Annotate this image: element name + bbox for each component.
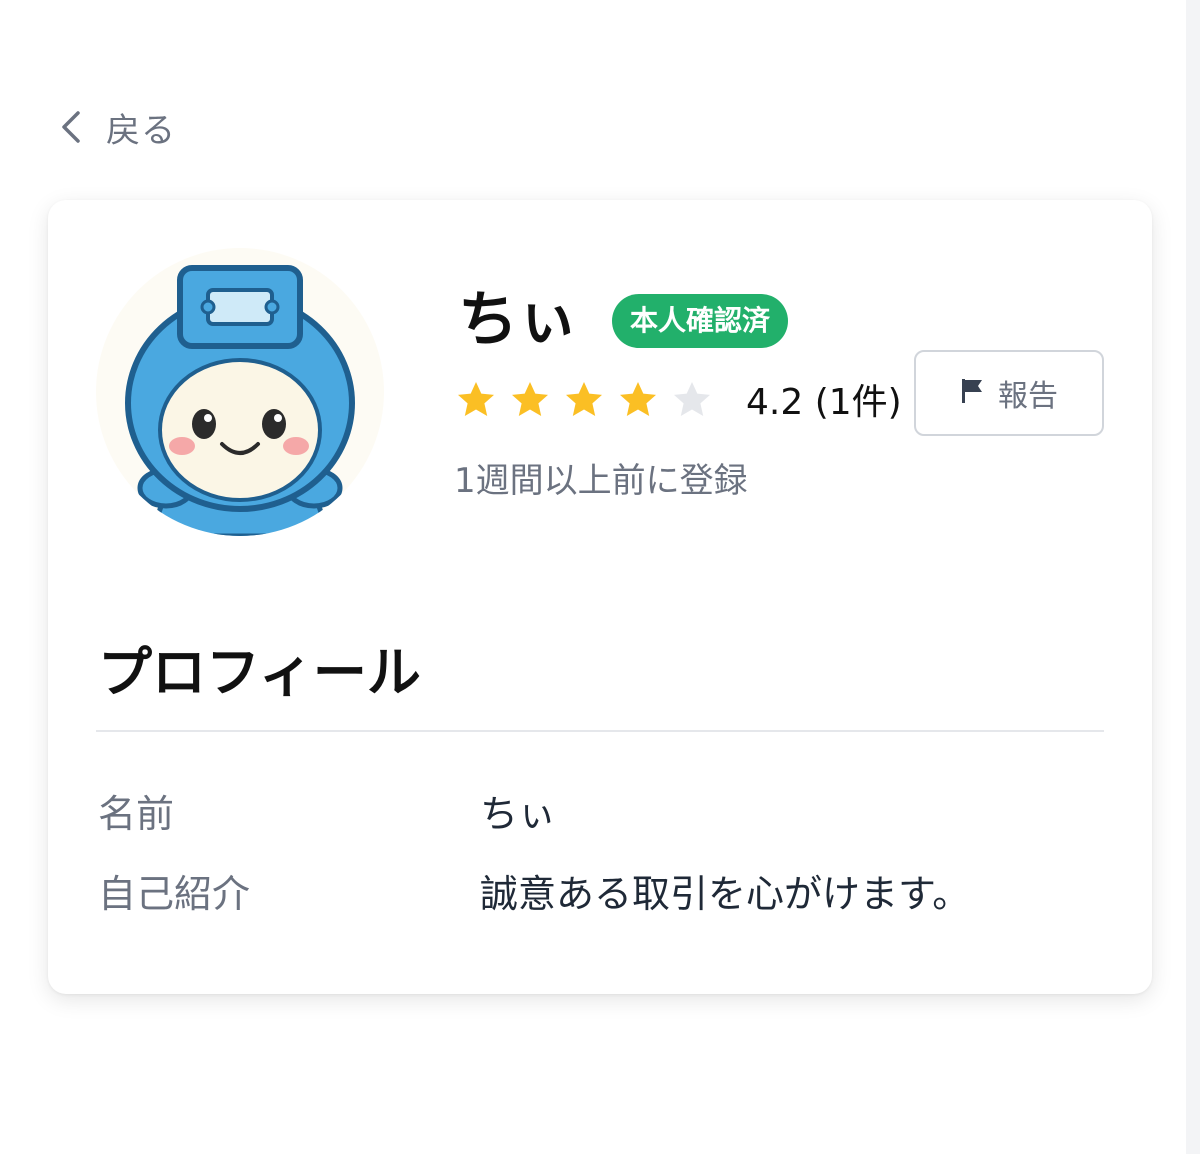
divider xyxy=(96,730,1104,732)
flag-icon xyxy=(960,377,984,409)
user-name: ちぃ xyxy=(458,285,578,355)
verified-badge: 本人確認済 xyxy=(612,294,789,348)
rating-text: 4.2 (1件) xyxy=(746,382,902,423)
chevron-left-icon xyxy=(58,107,84,147)
report-button[interactable]: 報告 xyxy=(914,350,1104,436)
field-label-name: 名前 xyxy=(98,792,175,836)
star-rating xyxy=(456,380,712,420)
mascot-avatar-icon xyxy=(125,265,355,536)
section-title: プロフィール xyxy=(98,641,421,704)
star-filled-icon xyxy=(458,382,494,416)
avatar xyxy=(96,248,384,536)
star-filled-icon xyxy=(566,382,602,416)
field-value-name: ちぃ xyxy=(480,792,557,836)
field-label-bio: 自己紹介 xyxy=(98,872,251,916)
back-button[interactable]: 戻る xyxy=(58,102,176,152)
scrollbar-track xyxy=(1186,0,1200,1154)
field-value-bio: 誠意ある取引を心がけます。 xyxy=(480,872,971,916)
profile-card: ちぃ 本人確認済 4.2 (1件) 報告 1週間以上前に登録 プロフィール 名前… xyxy=(48,200,1152,994)
report-label: 報告 xyxy=(998,379,1058,414)
joined-date: 1週間以上前に登録 xyxy=(454,461,748,501)
star-empty-icon xyxy=(674,382,710,416)
star-filled-icon xyxy=(512,382,548,416)
star-filled-icon xyxy=(620,382,656,416)
back-label: 戻る xyxy=(106,110,176,151)
